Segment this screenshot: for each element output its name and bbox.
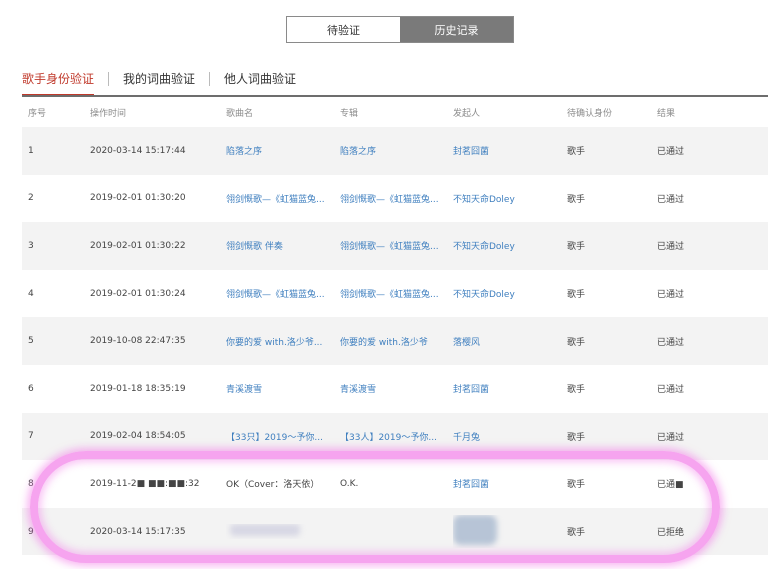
table-row: 1 2020-03-14 15:17:44 陷落之序 陷落之序 封茗囧菌 歌手 … [22, 127, 768, 175]
row-result: 已通■ [657, 480, 684, 491]
row-time: 2020-03-14 15:17:35 [90, 526, 186, 537]
row-result: 已通过 [657, 194, 685, 205]
row-number: 9 [28, 526, 34, 537]
row-number: 5 [28, 336, 34, 347]
table-row: 9 2020-03-14 15:17:35 歌手 已拒绝 [22, 507, 768, 556]
song-link[interactable]: 翎剑慨歌—《虹猫蓝兔... [226, 192, 340, 205]
row-result: 已通过 [657, 337, 685, 348]
tab-divider [108, 72, 110, 86]
row-number: 7 [28, 431, 34, 442]
col-header-role: 待确认身份 [567, 108, 613, 119]
table-row: 7 2019-02-04 18:54:05 【33只】2019～予你... 【3… [22, 412, 768, 461]
row-number: 2 [28, 193, 34, 204]
row-time: 2019-02-01 01:30:22 [90, 240, 186, 251]
tab-singer-verification[interactable]: 歌手身份验证 [22, 66, 95, 96]
row-number: 3 [28, 240, 34, 251]
history-table: 序号 操作时间 歌曲名 专辑 发起人 待确认身份 结果 1 2020-03-14… [22, 97, 768, 556]
album-text: O.K. [340, 478, 359, 489]
redacted-blur [230, 524, 300, 537]
table-row: 5 2019-10-08 22:47:35 你要的爱 with.洛少爷... 你… [22, 317, 768, 365]
row-time: 2019-10-08 22:47:35 [90, 336, 186, 347]
song-link[interactable]: 翎剑慨歌—《虹猫蓝兔... [226, 287, 340, 300]
tab-divider [209, 72, 211, 86]
row-number: 4 [28, 288, 34, 299]
row-role: 歌手 [567, 528, 586, 539]
pending-toggle-button[interactable]: 待验证 [287, 17, 400, 42]
table-header: 序号 操作时间 歌曲名 专辑 发起人 待确认身份 结果 [22, 97, 768, 127]
row-result: 已通过 [657, 147, 685, 158]
col-header-song: 歌曲名 [226, 108, 254, 119]
album-link[interactable]: 你要的爱 with.洛少爷 [340, 335, 453, 348]
row-role: 歌手 [567, 480, 586, 491]
row-result: 已通过 [657, 385, 685, 396]
row-result: 已拒绝 [657, 528, 685, 539]
col-header-no: 序号 [28, 108, 47, 119]
tab-others-lyrics-verification[interactable]: 他人词曲验证 [224, 66, 296, 96]
initiator-link[interactable]: 封茗囧菌 [453, 382, 567, 395]
row-time: 2019-02-04 18:54:05 [90, 431, 186, 442]
song-redacted [226, 524, 340, 539]
col-header-time: 操作时间 [90, 108, 127, 119]
row-time: 2019-11-2■ ■■:■■:32 [90, 478, 200, 489]
row-role: 歌手 [567, 194, 586, 205]
tab-my-lyrics-verification[interactable]: 我的词曲验证 [123, 66, 195, 96]
table-row: 8 2019-11-2■ ■■:■■:32 OK（Cover：洛天依） O.K.… [22, 460, 768, 508]
initiator-link[interactable]: 千月兔 [453, 430, 567, 443]
col-header-album: 专辑 [340, 108, 359, 119]
album-link[interactable]: 翎剑慨歌—《虹猫蓝兔... [340, 192, 453, 205]
song-link[interactable]: 你要的爱 with.洛少爷... [226, 335, 340, 348]
initiator-link[interactable]: 落樱风 [453, 335, 567, 348]
row-role: 歌手 [567, 290, 586, 301]
row-role: 歌手 [567, 147, 586, 158]
song-text: OK（Cover：洛天依） [226, 480, 320, 491]
album-link[interactable]: 【33人】2019～予你... [340, 430, 453, 443]
initiator-link[interactable]: 不知天命Doley [453, 287, 567, 300]
col-header-initiator: 发起人 [453, 108, 481, 119]
view-toggle: 待验证 历史记录 [286, 16, 514, 43]
initiator-redacted [453, 515, 567, 548]
initiator-link[interactable]: 封茗囧菌 [453, 144, 567, 157]
row-result: 已通过 [657, 242, 685, 253]
row-role: 歌手 [567, 432, 586, 443]
initiator-link[interactable]: 不知天命Doley [453, 192, 567, 205]
row-time: 2020-03-14 15:17:44 [90, 145, 186, 156]
redacted-blur [453, 515, 497, 546]
history-toggle-button[interactable]: 历史记录 [400, 17, 513, 42]
row-role: 歌手 [567, 337, 586, 348]
row-role: 歌手 [567, 385, 586, 396]
table-row: 3 2019-02-01 01:30:22 翎剑慨歌 伴奏 翎剑慨歌—《虹猫蓝兔… [22, 222, 768, 270]
row-role: 歌手 [567, 242, 586, 253]
row-result: 已通过 [657, 432, 685, 443]
table-row: 2 2019-02-01 01:30:20 翎剑慨歌—《虹猫蓝兔... 翎剑慨歌… [22, 175, 768, 223]
row-number: 8 [28, 478, 34, 489]
album-link[interactable]: 翎剑慨歌—《虹猫蓝兔... [340, 239, 453, 252]
row-result: 已通过 [657, 290, 685, 301]
row-time: 2019-01-18 18:35:19 [90, 383, 186, 394]
table-row: 4 2019-02-01 01:30:24 翎剑慨歌—《虹猫蓝兔... 翎剑慨歌… [22, 270, 768, 318]
col-header-result: 结果 [657, 108, 676, 119]
album-link[interactable]: 陷落之序 [340, 144, 453, 157]
row-number: 1 [28, 145, 34, 156]
row-number: 6 [28, 383, 34, 394]
song-link[interactable]: 【33只】2019～予你... [226, 430, 340, 443]
row-time: 2019-02-01 01:30:20 [90, 193, 186, 204]
album-link[interactable]: 青溪渡雪 [340, 382, 453, 395]
song-link[interactable]: 陷落之序 [226, 144, 340, 157]
album-link[interactable]: 翎剑慨歌—《虹猫蓝兔... [340, 287, 453, 300]
tab-bar: 歌手身份验证 我的词曲验证 他人词曲验证 [22, 66, 768, 96]
song-link[interactable]: 翎剑慨歌 伴奏 [226, 239, 340, 252]
table-row: 6 2019-01-18 18:35:19 青溪渡雪 青溪渡雪 封茗囧菌 歌手 … [22, 365, 768, 413]
song-link[interactable]: 青溪渡雪 [226, 382, 340, 395]
row-time: 2019-02-01 01:30:24 [90, 288, 186, 299]
initiator-link[interactable]: 不知天命Doley [453, 239, 567, 252]
initiator-link[interactable]: 封茗囧菌 [453, 477, 567, 490]
